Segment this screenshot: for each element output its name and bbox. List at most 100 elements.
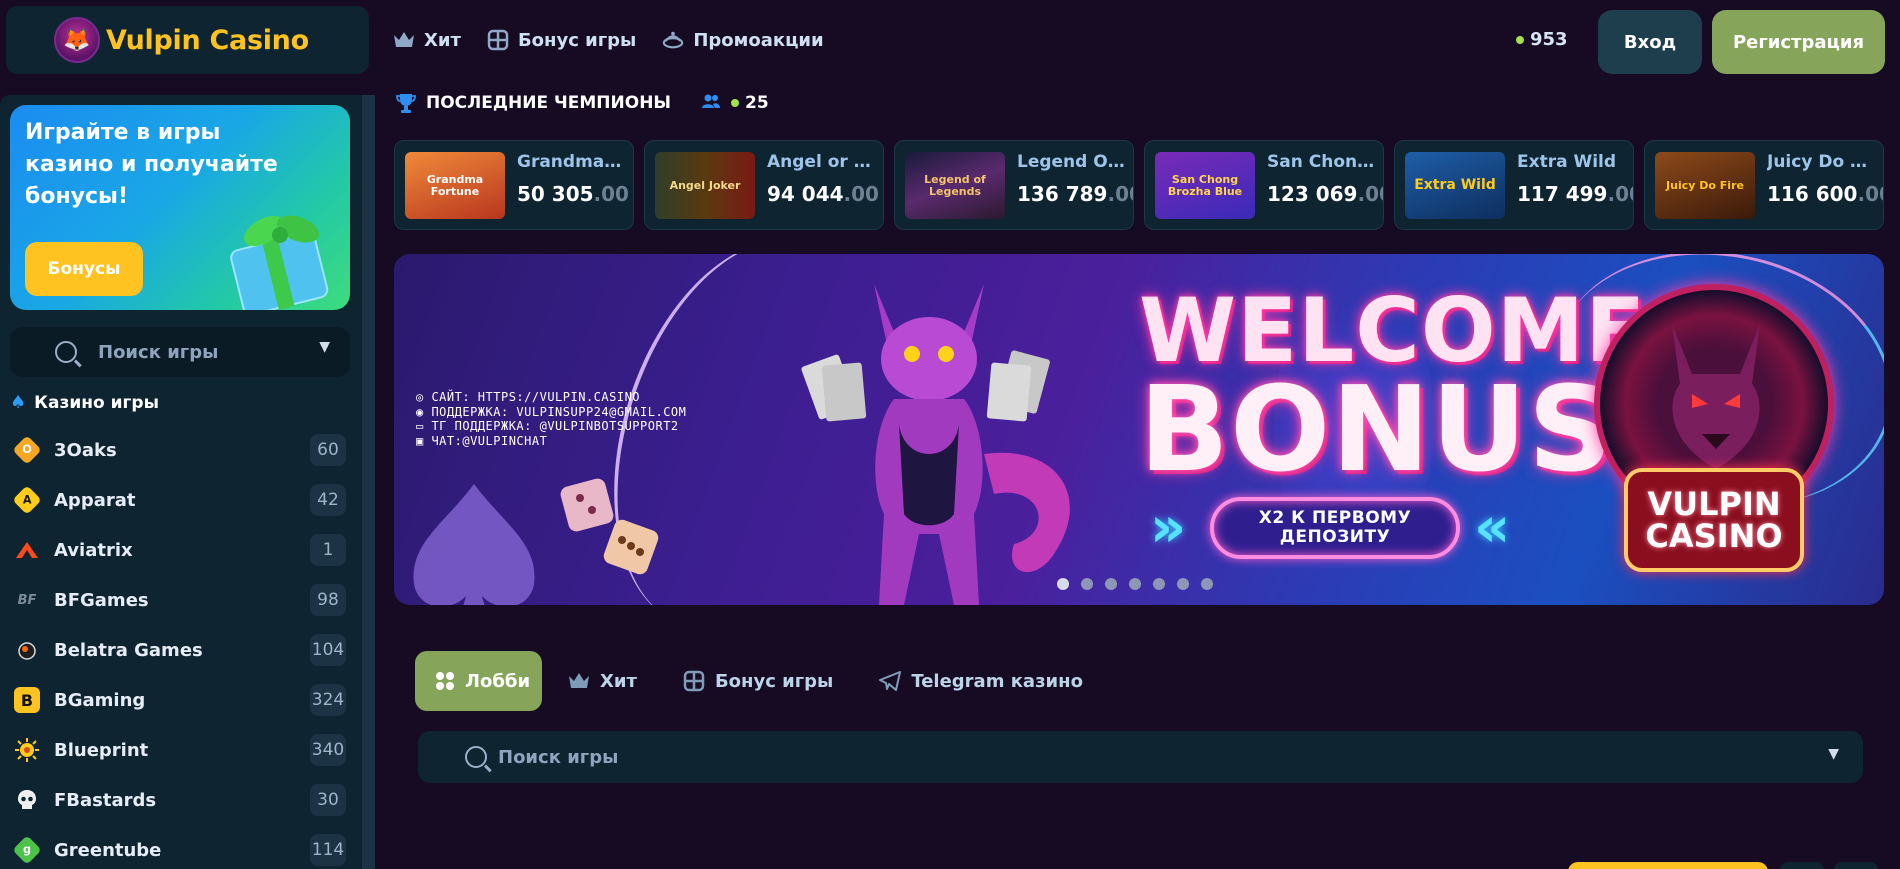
support-text: ПОДДЕРЖКА: VULPINSUPP24@GMAIL.COM (431, 404, 687, 419)
tg-support-line: ▭ ТГ ПОДДЕРЖКА: @VULPINBOTSUPPORT2 (416, 419, 679, 433)
chevron-down-icon[interactable]: ▼ (319, 339, 330, 355)
provider-count: 98 (310, 584, 346, 616)
banner-headline-bonus: BONUS (1139, 360, 1614, 498)
logo[interactable]: 🦊 Vulpin Casino (6, 6, 369, 74)
chat-text: ЧАТ:@VULPINCHAT (431, 433, 548, 448)
win-amount-cents: .00 (1607, 182, 1633, 206)
game-thumbnail: Grandma Fortune (405, 152, 505, 219)
chevron-down-icon[interactable]: ▼ (1828, 746, 1839, 762)
carousel-dot[interactable] (1201, 578, 1213, 590)
register-button[interactable]: Регистрация (1712, 10, 1885, 74)
bonus-promo-card[interactable]: Играйте в игры казино и получайте бонусы… (10, 105, 350, 310)
provider-name: BGaming (54, 689, 146, 711)
nav-promotions-label: Промоакции (693, 29, 824, 51)
provider-name: FBastards (54, 789, 157, 811)
blueprint-icon (14, 737, 40, 763)
champion-card[interactable]: Extra Wild Extra Wild 117 499.00 (1394, 140, 1634, 230)
tab-telegram-casino[interactable]: Telegram казино (859, 651, 1103, 711)
crown-icon (393, 29, 415, 51)
champion-card[interactable]: Angel Joker Angel or J... 94 044.00 (644, 140, 884, 230)
win-amount-cents: .00 (1857, 182, 1883, 206)
champion-card[interactable]: San Chong Brozha Blue San Chong... 123 0… (1144, 140, 1384, 230)
provider-count: 114 (310, 834, 346, 866)
online-dot-icon (1516, 35, 1524, 44)
search-icon (55, 341, 77, 363)
fox-character-illustration (801, 284, 1070, 605)
vulpin-casino-sign: VULPIN CASINO (1624, 468, 1804, 572)
bonuses-button[interactable]: Бонусы (25, 242, 143, 296)
champion-card[interactable]: Grandma Fortune Grandma F... 50 305.00 (394, 140, 634, 230)
carousel-dot[interactable] (1057, 578, 1069, 590)
logo-text: Vulpin Casino (106, 24, 309, 56)
provider-item[interactable]: O 3Oaks 60 (12, 425, 346, 475)
telegram-icon (879, 670, 902, 692)
tab-lobby[interactable]: Лобби (415, 651, 542, 711)
partial-nav-button[interactable] (1780, 862, 1824, 869)
champions-title: ПОСЛЕДНИЕ ЧЕМПИОНЫ (426, 93, 672, 113)
game-name: Angel or J... (767, 152, 877, 172)
provider-count: 30 (310, 784, 346, 816)
provider-name: Greentube (54, 839, 162, 861)
partial-nav-button[interactable] (1834, 862, 1878, 869)
grid-icon (435, 670, 455, 692)
provider-name: 3Oaks (54, 439, 117, 461)
win-amount-cents: .00 (1107, 182, 1133, 206)
welcome-bonus-banner[interactable]: ◎ САЙТ: HTTPS://VULPIN.CASINO ◉ ПОДДЕРЖК… (394, 254, 1884, 605)
nav-promotions[interactable]: Промоакции (662, 29, 824, 51)
nav-hit[interactable]: Хит (393, 29, 461, 51)
main-search-input[interactable]: Поиск игры ▼ (418, 731, 1863, 783)
3oaks-icon: O (12, 435, 42, 465)
provider-count: 60 (310, 434, 346, 466)
carousel-dot[interactable] (1153, 578, 1165, 590)
carousel-dot[interactable] (1129, 578, 1141, 590)
carousel-dot[interactable] (1105, 578, 1117, 590)
provider-name: Belatra Games (54, 639, 203, 661)
champion-card[interactable]: Juicy Do Fire Juicy Do Fi... 116 600.00 (1644, 140, 1884, 230)
provider-name: Apparat (54, 489, 136, 511)
win-amount-cents: .00 (593, 182, 629, 206)
carousel-dot[interactable] (1081, 578, 1093, 590)
provider-item[interactable]: g Greentube 114 (12, 825, 346, 869)
sidebar-scrollbar[interactable] (362, 95, 375, 869)
game-thumbnail: Angel Joker (655, 152, 755, 219)
provider-item[interactable]: BF BFGames 98 (14, 575, 346, 625)
game-name: Legend Of ... (1017, 152, 1127, 172)
login-button[interactable]: Вход (1598, 10, 1702, 74)
nav-bonus-games[interactable]: Бонус игры (487, 29, 636, 51)
belatra-icon (14, 637, 40, 663)
provider-item[interactable]: Belatra Games 104 (14, 625, 346, 675)
nav-hit-label: Хит (424, 29, 461, 51)
champion-card[interactable]: Legend of Legends Legend Of ... 136 789.… (894, 140, 1134, 230)
partial-yellow-button[interactable] (1568, 862, 1768, 869)
provider-count: 340 (310, 734, 346, 766)
game-name: Grandma F... (517, 152, 627, 172)
win-amount: 123 069.00 (1267, 182, 1383, 206)
crown-icon (568, 670, 590, 692)
skull-icon (14, 787, 40, 813)
provider-item[interactable]: B BGaming 324 (14, 675, 346, 725)
chevron-left-icon: « (1474, 495, 1511, 560)
provider-item[interactable]: A Apparat 42 (12, 475, 346, 525)
lobby-tabs: Лобби Хит Бонус игры Telegram казино (415, 651, 1109, 711)
bgaming-icon: B (14, 687, 40, 713)
banner-contact-info: ◎ САЙТ: HTTPS://VULPIN.CASINO ◉ ПОДДЕРЖК… (416, 390, 686, 448)
trophy-icon (396, 92, 416, 114)
champions-list: Grandma Fortune Grandma F... 50 305.00 A… (394, 140, 1894, 230)
tab-bonus-games-label: Бонус игры (714, 670, 834, 692)
provider-item[interactable]: FBastards 30 (14, 775, 346, 825)
category-title[interactable]: ♠ Казино игры (10, 392, 159, 413)
provider-item[interactable]: Aviatrix 1 (14, 525, 346, 575)
spade-icon: ♠ (10, 392, 27, 413)
dice-icon (560, 478, 659, 575)
gift-box-icon (683, 670, 705, 692)
win-amount-value: 117 499 (1517, 182, 1608, 206)
chat-line: ▣ ЧАТ:@VULPINCHAT (416, 433, 548, 448)
promo-tray-icon (662, 29, 684, 51)
carousel-dot[interactable] (1177, 578, 1189, 590)
provider-item[interactable]: Blueprint 340 (14, 725, 346, 775)
sidebar-search-input[interactable]: Поиск игры ▼ (10, 327, 350, 377)
tab-hit[interactable]: Хит (548, 651, 657, 711)
sidebar-search-placeholder: Поиск игры (98, 341, 219, 363)
tab-bonus-games[interactable]: Бонус игры (663, 651, 853, 711)
provider-name: Aviatrix (54, 539, 133, 561)
